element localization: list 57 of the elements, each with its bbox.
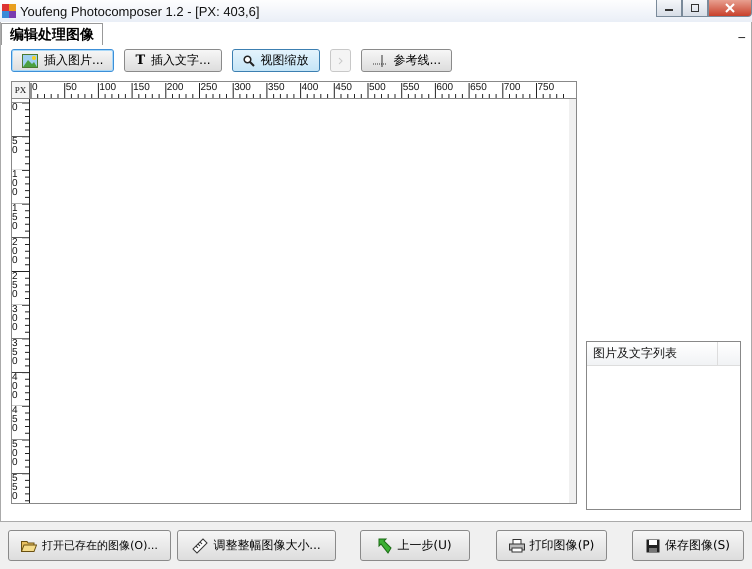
text-icon: T bbox=[135, 53, 146, 68]
ruler-label: 150 bbox=[12, 204, 22, 232]
ruler-label: 50 bbox=[12, 136, 22, 155]
ruler-label: 100 bbox=[12, 170, 22, 198]
ruler-label: 600 bbox=[436, 82, 454, 93]
picture-icon bbox=[22, 54, 38, 68]
minimize-button[interactable] bbox=[656, 0, 682, 17]
ruler-label: 400 bbox=[302, 82, 318, 93]
ruler-label: 450 bbox=[335, 82, 352, 93]
ruler-label: 550 bbox=[402, 82, 420, 93]
search-icon bbox=[242, 54, 255, 66]
ruler-label: 200 bbox=[166, 82, 184, 93]
ruler-label: 700 bbox=[504, 82, 520, 93]
folder-icon bbox=[21, 538, 38, 552]
action-button[interactable]: 上一步(U) bbox=[360, 530, 470, 561]
toolbar-button[interactable]: T 插入文字... bbox=[124, 49, 222, 72]
window-title: Youfeng Photocomposer 1.2 - [PX: 403,6] bbox=[20, 4, 260, 18]
ruler-label: 500 bbox=[369, 82, 386, 93]
app-icon bbox=[2, 4, 16, 18]
ruler-label: 50 bbox=[66, 82, 77, 93]
ruler-label: 550 bbox=[12, 474, 22, 501]
toolbar-button[interactable]: 插入图片... bbox=[11, 49, 114, 72]
ruler-label: 0 bbox=[12, 103, 22, 112]
ruler-unit: PX bbox=[12, 82, 30, 98]
action-button[interactable]: 打开已存在的图像(O)... bbox=[8, 530, 171, 561]
ruler-label: 300 bbox=[12, 305, 22, 332]
tab[interactable]: 编辑处理图像 bbox=[1, 23, 103, 45]
ruler-label: 350 bbox=[12, 338, 22, 366]
ruler-label: 200 bbox=[12, 238, 22, 265]
action-button[interactable]: 调整整幅图像大小... bbox=[177, 530, 336, 561]
ruler-label: 250 bbox=[200, 82, 218, 93]
minimize-panel-button[interactable]: _ bbox=[738, 24, 745, 39]
save-icon bbox=[646, 538, 660, 552]
ruler-label: 300 bbox=[234, 82, 251, 93]
maximize-icon bbox=[690, 4, 700, 12]
arrow-icon bbox=[378, 538, 392, 554]
ruler-label: 100 bbox=[99, 82, 116, 93]
action-button[interactable]: 打印图像(P) bbox=[496, 530, 607, 561]
ruler-label: 400 bbox=[12, 372, 22, 400]
toolbar-button[interactable]: 参考线... bbox=[360, 49, 452, 72]
close-icon bbox=[725, 3, 735, 13]
chevron-icon bbox=[338, 56, 343, 64]
ruler-label: 500 bbox=[12, 440, 22, 467]
ruler-label: 150 bbox=[133, 82, 150, 93]
toolbar-button[interactable]: 视图缩放 bbox=[232, 49, 320, 72]
scrollbar[interactable] bbox=[569, 99, 576, 503]
guide-line-icon bbox=[372, 54, 388, 68]
ruler-label: 450 bbox=[12, 406, 22, 434]
ruler-label: 650 bbox=[470, 82, 487, 93]
ruler-label: 350 bbox=[268, 82, 285, 93]
printer-icon bbox=[508, 538, 525, 552]
ruler-label: 0 bbox=[32, 82, 38, 93]
close-button[interactable] bbox=[708, 0, 752, 17]
action-button[interactable]: 保存图像(S) bbox=[632, 530, 744, 561]
ruler-icon bbox=[192, 538, 208, 554]
ruler-label: 750 bbox=[538, 82, 554, 93]
maximize-button[interactable] bbox=[682, 0, 708, 17]
